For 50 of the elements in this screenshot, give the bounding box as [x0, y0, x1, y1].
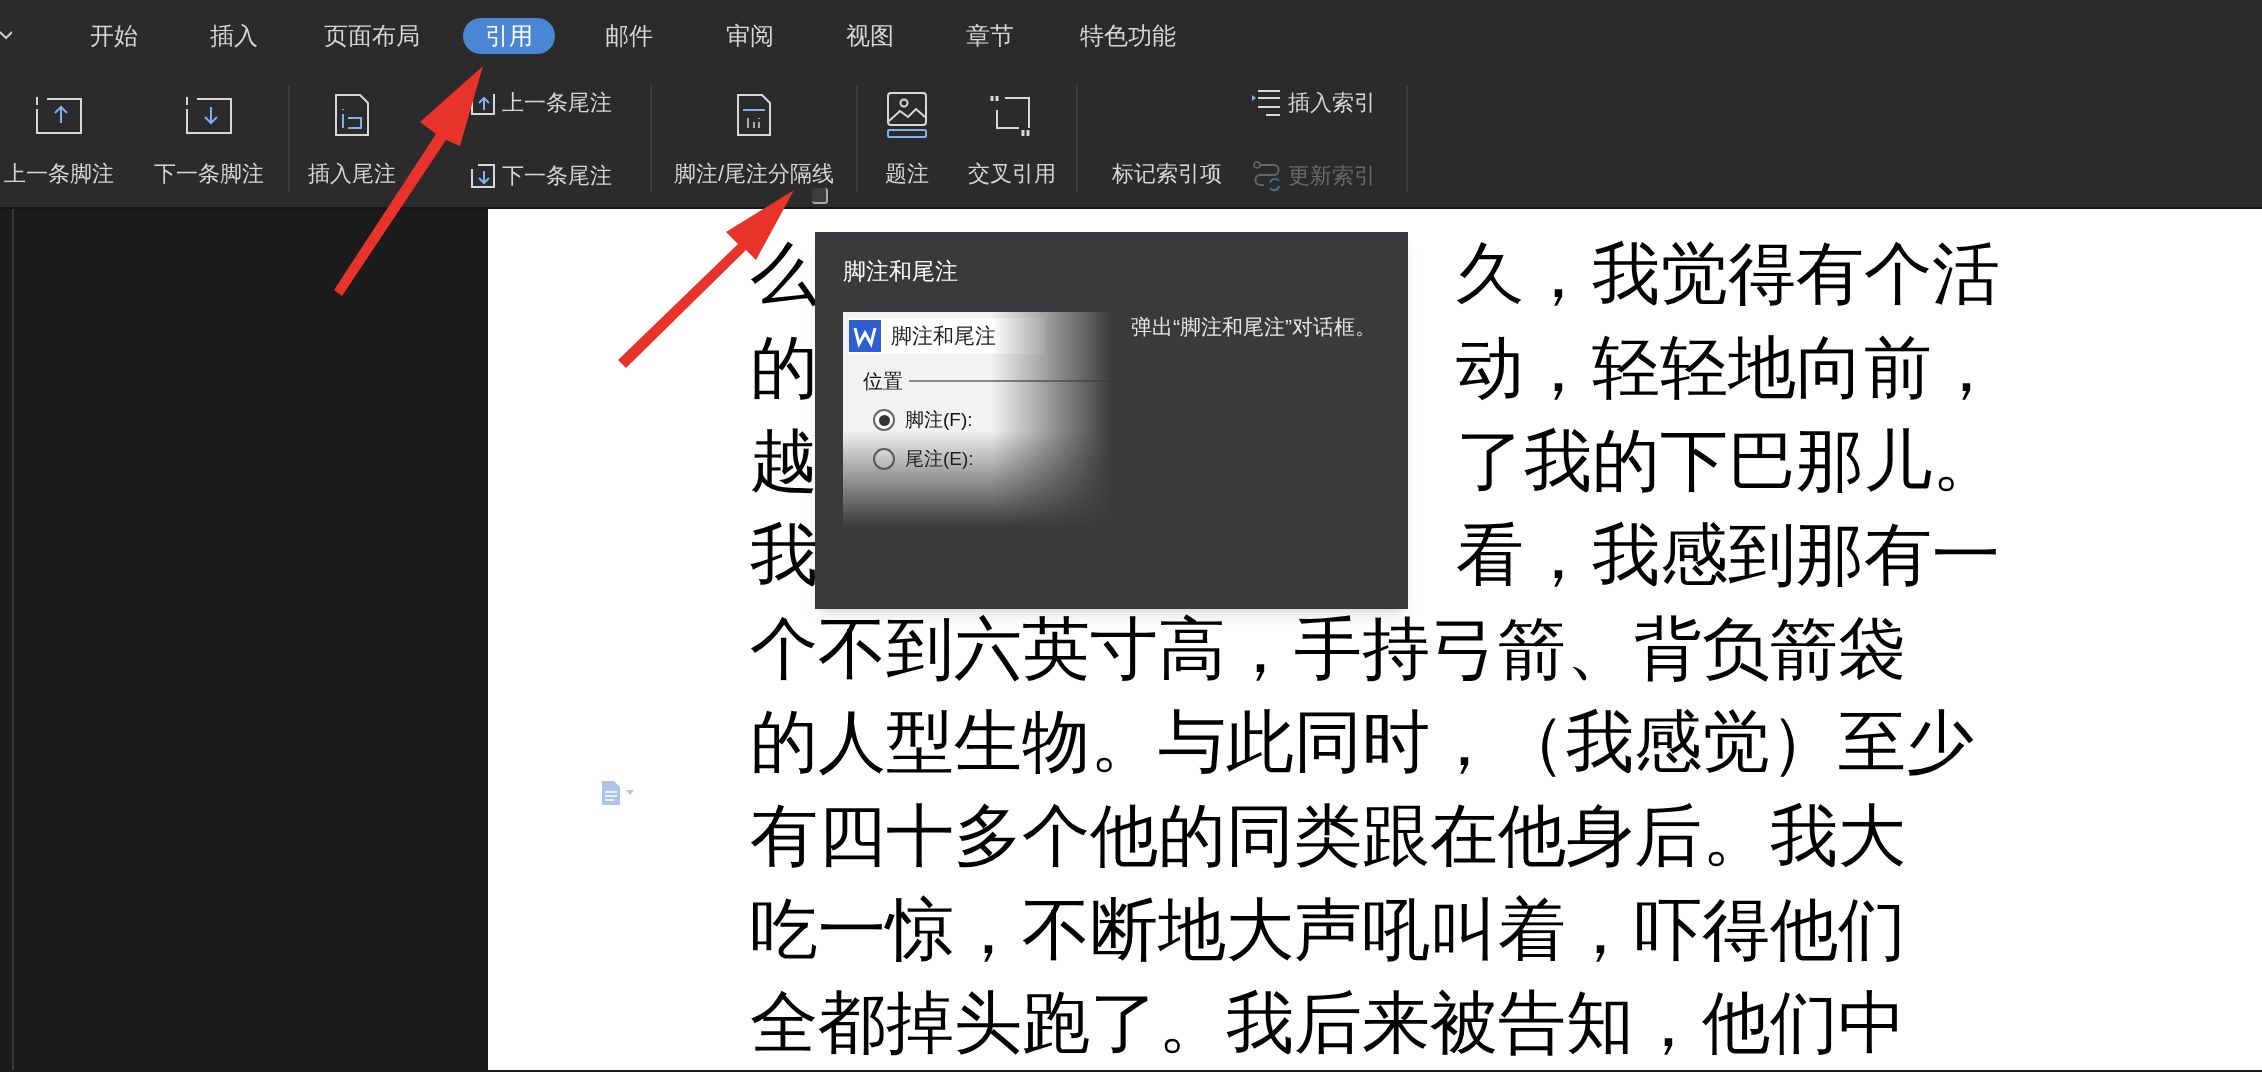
toolbar-button[interactable]: 标记索引项 — [1082, 86, 1252, 192]
document-text: 么 — [750, 233, 818, 314]
dialog-launcher-icon[interactable] — [812, 188, 828, 204]
document-text: 看，我感到那有一 — [1456, 514, 2000, 595]
document-text: 个不到六英寸高，手持弓箭、背负箭袋 — [750, 608, 1906, 689]
toolbar-button[interactable]: 上一条脚注 — [0, 86, 134, 192]
footnote-up-icon — [35, 95, 83, 135]
picture-icon — [886, 91, 928, 139]
toolbar-button[interactable]: 交叉引用 — [952, 86, 1072, 192]
radio-button[interactable] — [873, 447, 895, 470]
refresh-path-icon — [1252, 160, 1282, 191]
document-text: 的人型生物。与此同时，（我感觉）至少 — [750, 702, 1974, 783]
document-text: 的 — [750, 327, 818, 408]
toolbar-button[interactable]: 脚注/尾注分隔线 — [656, 86, 852, 192]
tab[interactable]: 视图 — [842, 18, 898, 54]
document-text: 我 — [750, 514, 818, 595]
index-list-icon — [1252, 88, 1282, 117]
document-text: 了我的下巴那儿。 — [1456, 421, 2000, 502]
section-label: 位置 — [863, 369, 903, 394]
dialog-title: 脚注和尾注 — [891, 323, 996, 350]
footnote-down-icon — [470, 162, 496, 189]
tab[interactable]: 审阅 — [722, 18, 778, 54]
tooltip-title: 脚注和尾注 — [843, 257, 958, 286]
tab[interactable]: 开始 — [86, 18, 142, 54]
tab[interactable]: 邮件 — [601, 18, 657, 54]
tab[interactable]: 插入 — [206, 18, 262, 54]
toolbar-button[interactable]: 插入索引 — [1252, 86, 1402, 119]
toolbar-button[interactable]: 题注 — [862, 86, 952, 192]
document-text: 有四十多个他的同类跟在他身后。我大 — [750, 795, 1906, 876]
footnote-down-icon — [185, 95, 233, 135]
radio-button[interactable] — [873, 409, 895, 432]
document-text: 越 — [750, 421, 818, 502]
tab[interactable]: 引用 — [463, 18, 555, 54]
toolbar-button[interactable]: 插入尾注 — [294, 86, 410, 192]
document-text: 久，我觉得有个活 — [1456, 233, 2000, 314]
tab[interactable]: 章节 — [962, 18, 1018, 54]
document-text: 动，轻轻地向前， — [1456, 327, 2000, 408]
toolbar-button[interactable]: 上一条尾注 — [470, 86, 646, 119]
document-icon — [333, 92, 371, 138]
tooltip-description: 弹出“脚注和尾注”对话框。 — [1131, 314, 1377, 340]
document-text: 吃一惊，不断地大声吼叫着，吓得他们 — [750, 889, 1906, 970]
toolbar-button[interactable]: 下一条脚注 — [134, 86, 284, 192]
document-icon — [735, 92, 773, 138]
radio-option[interactable]: 尾注(E): — [873, 444, 974, 473]
document-text: 全都掉头跑了。我后来被告知，他们中 — [750, 983, 1906, 1064]
toolbar-button[interactable]: 下一条尾注 — [470, 159, 646, 192]
tab[interactable]: 特色功能 — [1076, 18, 1180, 54]
chevron-icon[interactable] — [0, 30, 12, 40]
tab[interactable]: 页面布局 — [320, 18, 424, 54]
radio-option[interactable]: 脚注(F): — [873, 406, 973, 435]
